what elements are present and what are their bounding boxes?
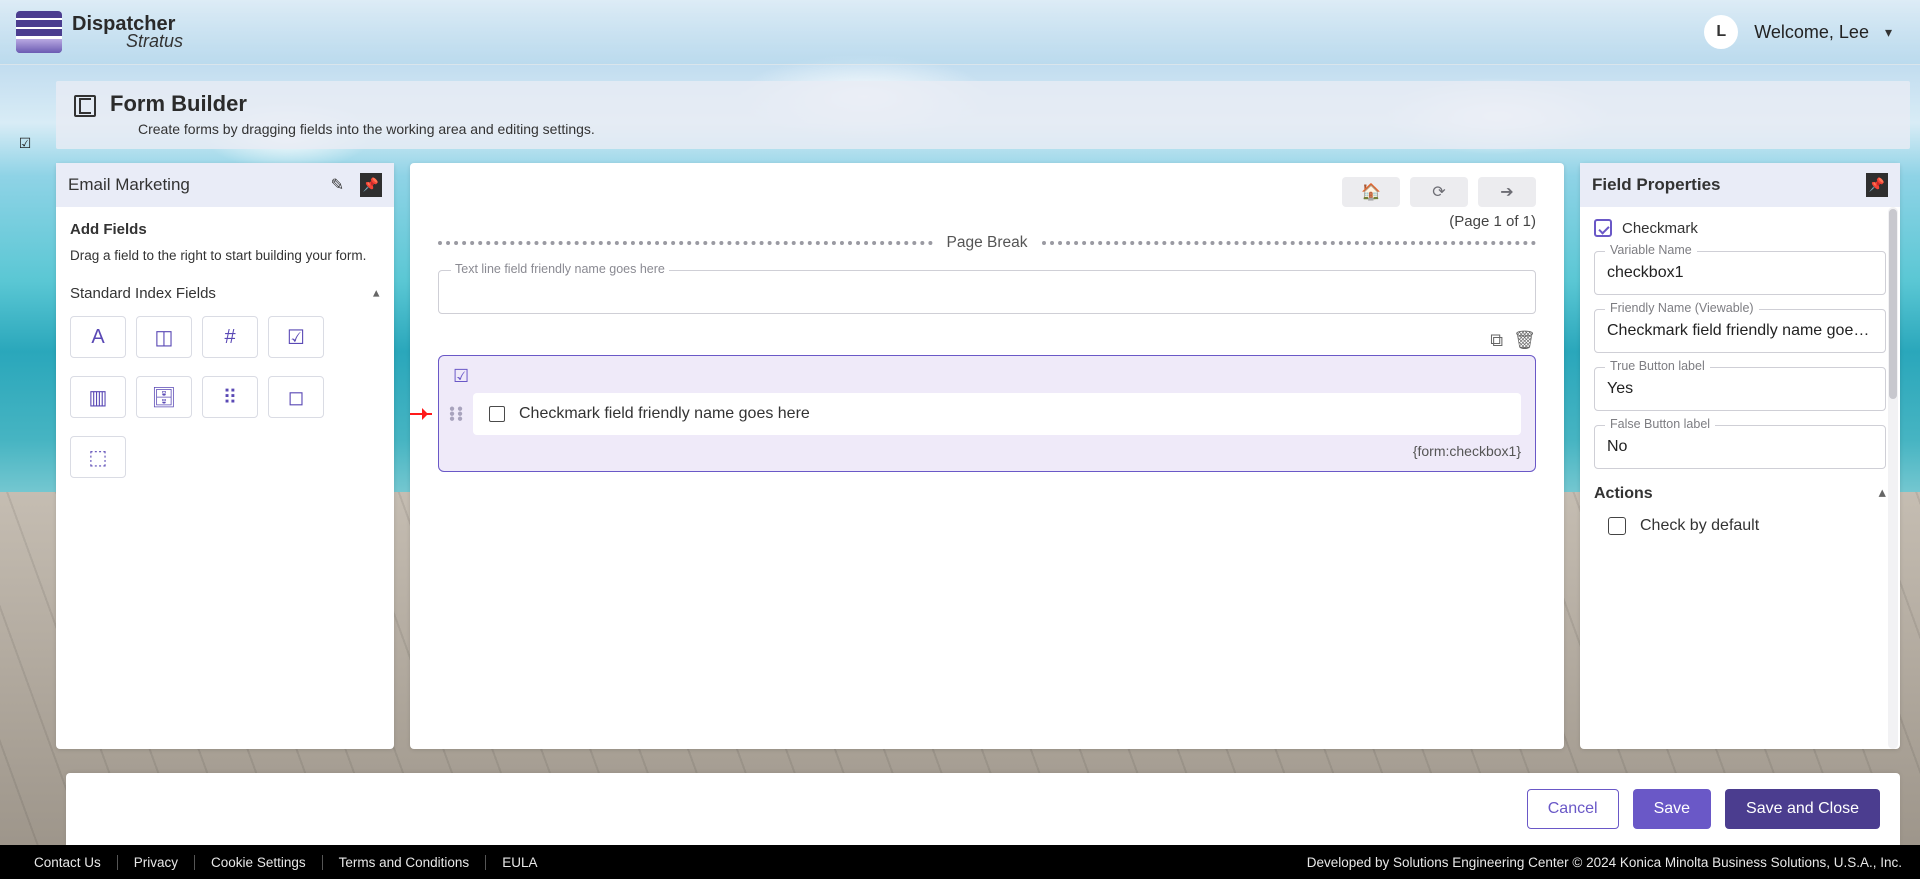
field-type-label: Checkmark [1622,220,1698,237]
next-button[interactable]: ➔ [1478,177,1536,207]
scrollbar[interactable] [1888,207,1898,749]
pin-icon[interactable]: 📌 [1866,173,1888,197]
cancel-button[interactable]: Cancel [1527,789,1619,829]
welcome-text: Welcome, Lee [1754,22,1869,43]
form-canvas: 🏠 ⟳ ➔ (Page 1 of 1) Page Break Text line… [410,163,1564,749]
check-by-default-option[interactable]: Check by default [1608,517,1886,535]
friendly-name-field: Friendly Name (Viewable) [1594,309,1886,353]
standard-fields-heading: Standard Index Fields [70,285,216,302]
footer-copyright: Developed by Solutions Engineering Cente… [1307,855,1902,870]
check-by-default-label: Check by default [1640,517,1759,535]
left-panel-title: Email Marketing [68,175,190,195]
save-button[interactable]: Save [1633,789,1711,829]
footer-link-contact[interactable]: Contact Us [18,855,118,870]
home-button[interactable]: 🏠 [1342,177,1400,207]
brand: Dispatcher Stratus [16,11,183,53]
brand-logo-icon [16,11,62,53]
label-field-tile[interactable]: ◻ [268,376,324,418]
checkbox-icon [1608,517,1626,535]
date-field-tile[interactable]: 🗄 [136,376,192,418]
fields-panel: Email Marketing ✎ 📌 Add Fields Drag a fi… [56,163,394,749]
page-subtitle: Create forms by dragging fields into the… [138,121,595,137]
action-bar: Cancel Save Save and Close [66,773,1900,845]
friendly-name-label: Friendly Name (Viewable) [1605,301,1759,315]
edit-icon[interactable]: ✎ [331,175,344,195]
field-palette: A ◫ # ☑ ▥ 🗄 ⠿ ◻ ⬚ [70,316,380,478]
checkmark-type-icon: ☑ [453,366,469,387]
page-break-label: Page Break [947,234,1028,252]
add-fields-heading: Add Fields [70,221,380,238]
checkbox-icon[interactable] [489,406,505,422]
footer-link-privacy[interactable]: Privacy [118,855,195,870]
footer-link-eula[interactable]: EULA [486,855,553,870]
topbar: Dispatcher Stratus L Welcome, Lee ▾ [0,0,1920,65]
false-label-input[interactable] [1595,426,1885,468]
textarea-field-tile[interactable]: ◫ [136,316,192,358]
actions-heading: Actions [1594,485,1653,503]
text-field-tile[interactable]: A [70,316,126,358]
save-close-button[interactable]: Save and Close [1725,789,1880,829]
textline-field[interactable]: Text line field friendly name goes here [438,270,1536,314]
chevron-up-icon[interactable]: ▾ [373,286,380,302]
delete-icon[interactable]: 🗑 [1513,330,1536,351]
variable-name-field: Variable Name [1594,251,1886,295]
variable-name-label: Variable Name [1605,243,1697,257]
true-label-input[interactable] [1595,368,1885,410]
checkmark-icon [1594,219,1612,237]
dropdown-field-tile[interactable]: ▥ [70,376,126,418]
checkmark-field-label: Checkmark field friendly name goes here [519,405,810,423]
variable-name-input[interactable] [1595,252,1885,294]
annotation-arrow-icon [410,413,432,415]
rail-checklist-icon[interactable]: ☑ [12,130,38,156]
checkmark-field-tile[interactable]: ☑ [268,316,324,358]
footer-link-terms[interactable]: Terms and Conditions [323,855,487,870]
properties-title: Field Properties [1592,175,1720,195]
user-menu[interactable]: L Welcome, Lee ▾ [1704,15,1892,49]
refresh-button[interactable]: ⟳ [1410,177,1468,207]
page-header: Form Builder Create forms by dragging fi… [56,81,1910,149]
false-label-field: False Button label [1594,425,1886,469]
chevron-up-icon[interactable]: ▾ [1879,486,1886,502]
false-button-label: False Button label [1605,417,1715,431]
friendly-name-input[interactable] [1595,310,1885,352]
form-builder-icon [74,95,96,117]
checkmark-variable-ref: {form:checkbox1} [453,443,1521,459]
duplicate-icon[interactable]: ⧉ [1490,330,1503,351]
chevron-down-icon: ▾ [1885,24,1892,41]
page-count: (Page 1 of 1) [438,213,1536,230]
page-title: Form Builder [110,91,595,117]
footer-link-cookies[interactable]: Cookie Settings [195,855,323,870]
true-label-field: True Button label [1594,367,1886,411]
true-button-label: True Button label [1605,359,1710,373]
pin-icon[interactable]: 📌 [360,173,382,197]
group-field-tile[interactable]: ⠿ [202,376,258,418]
textline-label: Text line field friendly name goes here [451,262,669,276]
number-field-tile[interactable]: # [202,316,258,358]
checkmark-field-selected[interactable]: ☑ ●●●●●● Checkmark field friendly name g… [438,355,1536,472]
footer: Contact Us Privacy Cookie Settings Terms… [0,845,1920,879]
pagebreak-field-tile[interactable]: ⬚ [70,436,126,478]
page-break: Page Break [438,234,1536,252]
drag-handle-icon[interactable]: ●●●●●● [449,406,465,421]
add-fields-hint: Drag a field to the right to start build… [70,248,380,263]
avatar: L [1704,15,1738,49]
properties-panel: Field Properties 📌 Checkmark Variable Na… [1580,163,1900,749]
